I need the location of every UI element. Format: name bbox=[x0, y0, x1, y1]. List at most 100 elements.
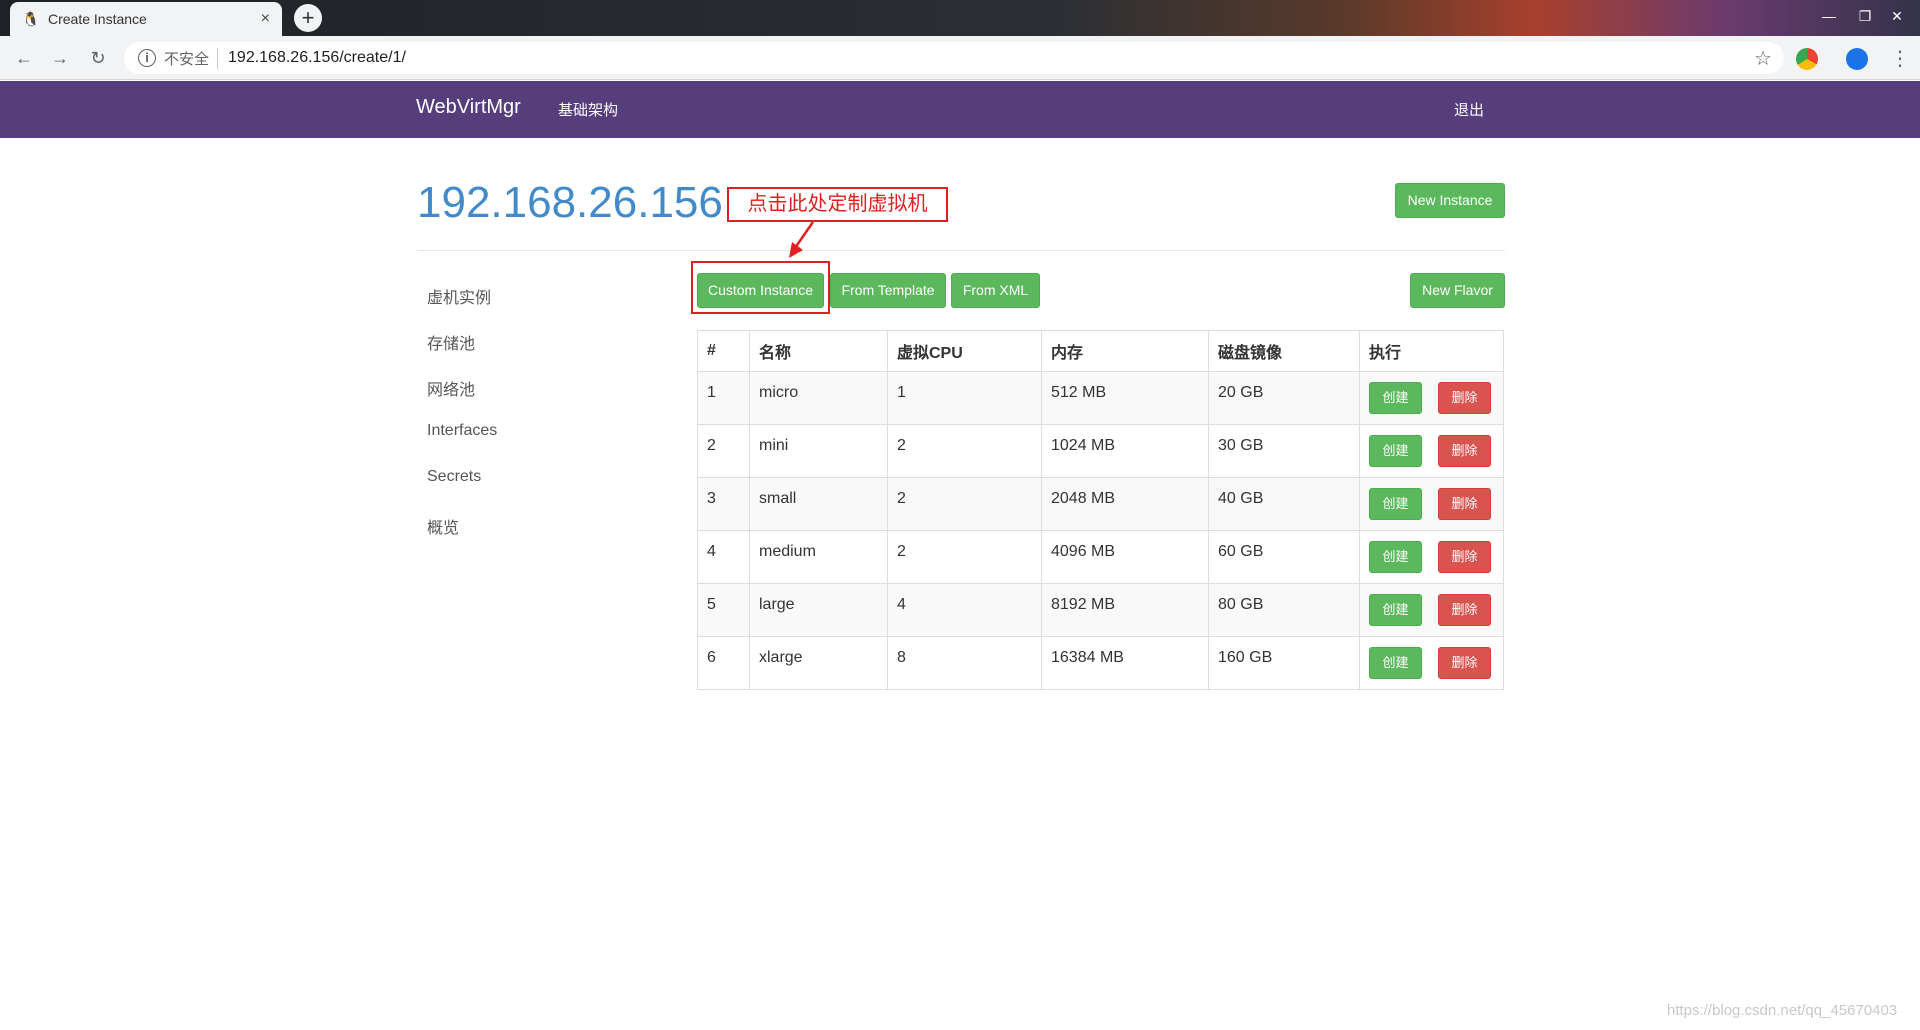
penguin-favicon-icon: 🐧 bbox=[22, 11, 40, 27]
cell-actions: 创建 删除 bbox=[1359, 424, 1504, 478]
table-header-row: # 名称 虚拟CPU 内存 磁盘镜像 执行 bbox=[697, 330, 1504, 372]
cell-actions: 创建 删除 bbox=[1359, 530, 1504, 584]
watermark: https://blog.csdn.net/qq_45670403 bbox=[1667, 1002, 1898, 1019]
header-divider bbox=[417, 250, 1505, 251]
sidebar-item-instances[interactable]: 虚机实例 bbox=[427, 284, 491, 308]
cell-vcpu: 2 bbox=[887, 477, 1042, 531]
delete-button[interactable]: 删除 bbox=[1438, 541, 1491, 573]
cell-disk: 30 GB bbox=[1208, 424, 1360, 478]
column-header: 虚拟CPU bbox=[887, 330, 1042, 372]
site-info-icon[interactable]: i bbox=[138, 49, 156, 67]
from-template-button[interactable]: From Template bbox=[830, 273, 946, 308]
cell-name: xlarge bbox=[749, 636, 888, 690]
annotation-arrow-icon bbox=[789, 221, 815, 258]
browser-tab[interactable]: 🐧 Create Instance × bbox=[10, 2, 282, 36]
column-header: 名称 bbox=[749, 330, 888, 372]
create-button[interactable]: 创建 bbox=[1369, 488, 1422, 520]
cell-index: 3 bbox=[697, 477, 750, 531]
delete-button[interactable]: 删除 bbox=[1438, 488, 1491, 520]
cell-memory: 8192 MB bbox=[1041, 583, 1209, 637]
omnibox[interactable]: i 不安全 192.168.26.156/create/1/ ☆ bbox=[124, 42, 1784, 74]
table-row: 5 large 4 8192 MB 80 GB 创建 删除 bbox=[697, 583, 1504, 637]
table-row: 4 medium 2 4096 MB 60 GB 创建 删除 bbox=[697, 530, 1504, 584]
delete-button[interactable]: 删除 bbox=[1438, 435, 1491, 467]
address-bar-row: ← → ↻ i 不安全 192.168.26.156/create/1/ ☆ ⋮ bbox=[0, 36, 1920, 80]
table-row: 1 micro 1 512 MB 20 GB 创建 删除 bbox=[697, 371, 1504, 425]
cell-index: 5 bbox=[697, 583, 750, 637]
bookmark-star-icon[interactable]: ☆ bbox=[1754, 46, 1772, 71]
cell-actions: 创建 删除 bbox=[1359, 477, 1504, 531]
browser-tab-bar: 🐧 Create Instance × + — ❐ ✕ bbox=[0, 0, 1920, 36]
sidebar-item-interfaces[interactable]: Interfaces bbox=[427, 422, 497, 440]
cell-disk: 160 GB bbox=[1208, 636, 1360, 690]
cell-vcpu: 2 bbox=[887, 530, 1042, 584]
sidebar-item-network[interactable]: 网络池 bbox=[427, 376, 475, 400]
cell-name: medium bbox=[749, 530, 888, 584]
cell-memory: 16384 MB bbox=[1041, 636, 1209, 690]
column-header: # bbox=[697, 330, 750, 372]
cell-index: 2 bbox=[697, 424, 750, 478]
cell-disk: 60 GB bbox=[1208, 530, 1360, 584]
cell-index: 1 bbox=[697, 371, 750, 425]
delete-button[interactable]: 删除 bbox=[1438, 647, 1491, 679]
sidebar-item-secrets[interactable]: Secrets bbox=[427, 468, 481, 486]
create-button[interactable]: 创建 bbox=[1369, 594, 1422, 626]
cell-vcpu: 1 bbox=[887, 371, 1042, 425]
cell-name: large bbox=[749, 583, 888, 637]
new-tab-button[interactable]: + bbox=[294, 4, 322, 32]
insecure-label: 不安全 bbox=[164, 47, 219, 69]
cell-actions: 创建 删除 bbox=[1359, 636, 1504, 690]
cell-vcpu: 8 bbox=[887, 636, 1042, 690]
column-header: 磁盘镜像 bbox=[1208, 330, 1360, 372]
cell-memory: 1024 MB bbox=[1041, 424, 1209, 478]
tab-title: Create Instance bbox=[48, 11, 147, 27]
cell-memory: 512 MB bbox=[1041, 371, 1209, 425]
table-row: 3 small 2 2048 MB 40 GB 创建 删除 bbox=[697, 477, 1504, 531]
cell-disk: 80 GB bbox=[1208, 583, 1360, 637]
window-close-icon[interactable]: ✕ bbox=[1874, 0, 1920, 32]
cell-name: mini bbox=[749, 424, 888, 478]
logout-link[interactable]: 退出 bbox=[1454, 99, 1484, 120]
table-row: 2 mini 2 1024 MB 30 GB 创建 删除 bbox=[697, 424, 1504, 478]
cell-disk: 20 GB bbox=[1208, 371, 1360, 425]
cell-memory: 2048 MB bbox=[1041, 477, 1209, 531]
custom-instance-button[interactable]: Custom Instance bbox=[697, 273, 824, 308]
cell-index: 6 bbox=[697, 636, 750, 690]
column-header: 执行 bbox=[1359, 330, 1504, 372]
browser-menu-icon[interactable]: ⋮ bbox=[1890, 46, 1910, 71]
nav-infrastructure-link[interactable]: 基础架构 bbox=[558, 99, 618, 120]
delete-button[interactable]: 删除 bbox=[1438, 382, 1491, 414]
table-row: 6 xlarge 8 16384 MB 160 GB 创建 删除 bbox=[697, 636, 1504, 690]
cell-name: micro bbox=[749, 371, 888, 425]
brand-link[interactable]: WebVirtMgr bbox=[416, 96, 521, 119]
create-button[interactable]: 创建 bbox=[1369, 435, 1422, 467]
page-title: 192.168.26.156 bbox=[417, 178, 723, 227]
cell-vcpu: 4 bbox=[887, 583, 1042, 637]
sidebar-item-storage[interactable]: 存储池 bbox=[427, 330, 475, 354]
flavors-table: # 名称 虚拟CPU 内存 磁盘镜像 执行 1 micro 1 512 MB 2… bbox=[697, 330, 1504, 690]
cell-disk: 40 GB bbox=[1208, 477, 1360, 531]
cell-actions: 创建 删除 bbox=[1359, 583, 1504, 637]
cell-memory: 4096 MB bbox=[1041, 530, 1209, 584]
back-icon[interactable]: ← bbox=[10, 44, 38, 72]
create-button[interactable]: 创建 bbox=[1369, 382, 1422, 414]
annotation-callout: 点击此处定制虚拟机 bbox=[727, 187, 948, 222]
url-input[interactable]: 192.168.26.156/create/1/ bbox=[228, 49, 1754, 67]
create-button[interactable]: 创建 bbox=[1369, 647, 1422, 679]
create-button[interactable]: 创建 bbox=[1369, 541, 1422, 573]
column-header: 内存 bbox=[1041, 330, 1209, 372]
new-flavor-button[interactable]: New Flavor bbox=[1410, 273, 1505, 308]
tab-close-icon[interactable]: × bbox=[261, 10, 270, 28]
app-navbar: WebVirtMgr 基础架构 退出 bbox=[0, 81, 1920, 138]
cell-name: small bbox=[749, 477, 888, 531]
extension-chrome-icon[interactable] bbox=[1796, 48, 1818, 70]
cell-actions: 创建 删除 bbox=[1359, 371, 1504, 425]
profile-avatar-icon[interactable] bbox=[1846, 48, 1868, 70]
reload-icon[interactable]: ↻ bbox=[84, 44, 112, 72]
from-xml-button[interactable]: From XML bbox=[951, 273, 1040, 308]
sidebar-item-overview[interactable]: 概览 bbox=[427, 514, 459, 538]
forward-icon[interactable]: → bbox=[46, 44, 74, 72]
cell-vcpu: 2 bbox=[887, 424, 1042, 478]
new-instance-button[interactable]: New Instance bbox=[1395, 183, 1505, 218]
delete-button[interactable]: 删除 bbox=[1438, 594, 1491, 626]
